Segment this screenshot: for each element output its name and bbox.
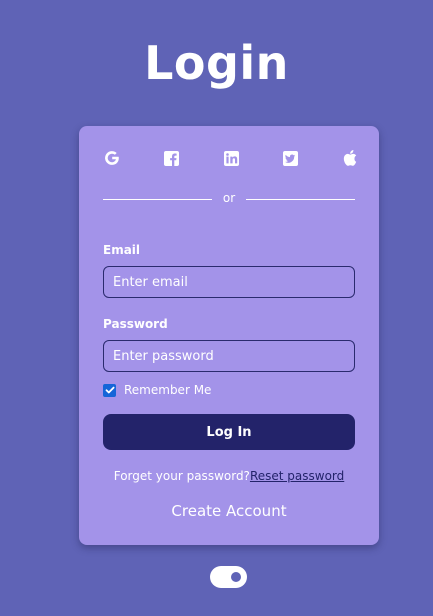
create-account-link[interactable]: Create Account — [79, 502, 379, 520]
forgot-password-row: Forget your password?Reset password — [79, 469, 379, 483]
login-button[interactable]: Log In — [103, 414, 355, 450]
login-page: Login or Email Enter email Password Reme… — [0, 0, 433, 616]
password-field[interactable] — [103, 340, 355, 372]
divider-line-right — [246, 199, 355, 200]
social-login-row — [103, 149, 357, 167]
google-icon[interactable] — [103, 149, 121, 167]
remember-me-checkbox[interactable] — [103, 383, 116, 397]
twitter-icon[interactable] — [281, 149, 299, 167]
apple-icon[interactable] — [341, 149, 359, 167]
toggle-knob — [231, 572, 241, 582]
checkmark-icon — [105, 386, 114, 394]
theme-toggle[interactable] — [210, 566, 247, 588]
login-card: or Email Password Remember Me Log In For… — [79, 126, 379, 545]
email-field[interactable] — [103, 266, 355, 298]
page-title: Login — [144, 36, 289, 90]
remember-me-label: Remember Me — [124, 383, 212, 397]
remember-me-row: Remember Me — [103, 382, 211, 398]
forgot-password-text: Forget your password? — [113, 469, 250, 483]
reset-password-link[interactable]: Reset password — [250, 469, 344, 483]
facebook-icon[interactable] — [162, 149, 180, 167]
password-label: Password — [103, 317, 168, 331]
linkedin-icon[interactable] — [222, 149, 240, 167]
email-label: Email — [103, 243, 141, 257]
divider-text: or — [222, 191, 236, 205]
or-divider: or — [103, 191, 355, 205]
